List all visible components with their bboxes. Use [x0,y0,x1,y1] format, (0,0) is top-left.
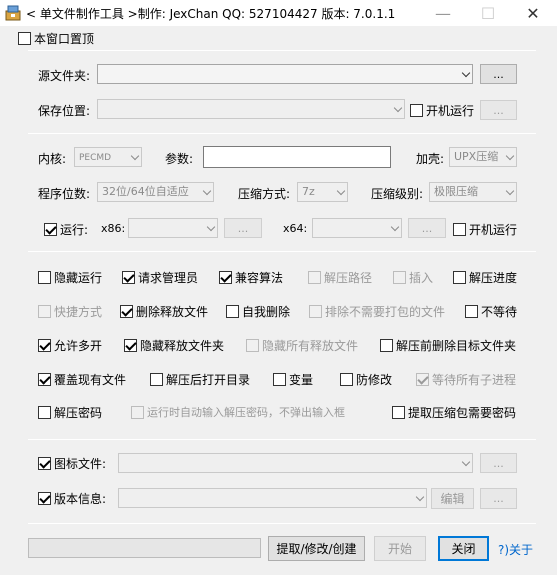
autorun2-box[interactable] [453,222,466,236]
compress-level-combo[interactable]: 极限压缩 [429,182,517,202]
chevron-down-icon [505,151,515,161]
params-input[interactable] [203,146,391,168]
autorun2-checkbox[interactable]: 开机运行 [453,221,517,237]
version-info-combo[interactable] [118,488,427,508]
overwrite-existing-checkbox[interactable]: 覆盖现有文件 [38,371,126,387]
x64-combo[interactable] [312,218,402,238]
hide-all-released-checkbox[interactable]: 隐藏所有释放文件 [246,337,358,353]
source-folder-combo[interactable] [97,64,473,84]
autorun2-label: 开机运行 [469,222,518,237]
compress-method-label: 压缩方式: [238,187,291,201]
require-password-checkbox[interactable]: 提取压缩包需要密码 [392,404,516,420]
run-checkbox[interactable]: 运行: [44,221,88,237]
save-location-combo[interactable] [97,99,405,119]
close-window-button[interactable]: ✕ [511,0,555,26]
shell-label: 加壳: [416,152,445,166]
kernel-combo[interactable]: PECMD [74,147,142,167]
allow-multi-checkbox[interactable]: 允许多开 [38,337,102,353]
compat-algo-checkbox[interactable]: 兼容算法 [219,269,283,285]
auto-input-password-checkbox[interactable]: 运行时自动输入解压密码，不弹出输入框 [131,404,345,420]
divider [28,523,536,524]
request-admin-checkbox[interactable]: 请求管理员 [122,269,198,285]
source-folder-label: 源文件夹: [38,69,91,83]
extract-path-checkbox[interactable]: 解压路径 [308,269,372,285]
maximize-icon: ☐ [480,3,496,23]
delete-target-before-checkbox[interactable]: 解压前删除目标文件夹 [380,337,516,353]
divider [28,251,536,252]
app-icon [5,5,21,21]
icon-file-checkbox[interactable]: 图标文件: [38,455,106,471]
close-icon: ✕ [526,3,540,23]
x64-label: x64: [283,222,308,235]
chevron-down-icon [461,457,471,467]
chevron-down-icon [461,68,471,78]
kernel-label: 内核: [38,152,67,166]
version-info-checkbox[interactable]: 版本信息: [38,490,106,506]
chevron-down-icon [206,222,216,232]
icon-browse-button[interactable]: ... [480,453,517,473]
shell-combo[interactable]: UPX压缩 [449,147,517,167]
bitness-combo[interactable]: 32位/64位自适应 [97,182,214,202]
run-box[interactable] [44,222,57,236]
self-delete-checkbox[interactable]: 自我删除 [226,303,290,319]
chevron-down-icon [130,151,140,161]
divider [28,439,536,440]
stay-on-top-label: 本窗口置顶 [34,31,95,46]
extract-password-checkbox[interactable]: 解压密码 [38,404,102,420]
compress-method-combo[interactable]: 7z [297,182,348,202]
x86-browse-button[interactable]: ... [224,218,262,238]
minimize-icon: — [435,3,451,23]
version-browse-button[interactable]: ... [480,488,517,509]
exclude-unneeded-checkbox[interactable]: 排除不需要打包的文件 [309,303,445,319]
stay-on-top-box[interactable] [18,31,31,45]
insert-checkbox[interactable]: 插入 [393,269,433,285]
stay-on-top-checkbox[interactable]: 本窗口置顶 [18,30,94,46]
minimize-button[interactable]: — [421,0,465,26]
chevron-down-icon [202,186,212,196]
divider [28,133,536,134]
save-location-label: 保存位置: [38,104,91,118]
hide-released-checkbox[interactable]: 隐藏释放文件夹 [124,337,224,353]
start-button[interactable]: 开始 [374,536,426,561]
run-label: 运行: [60,222,89,237]
browse-source-button[interactable]: ... [480,64,517,84]
variables-checkbox[interactable]: 变量 [273,371,313,387]
autorun-checkbox[interactable]: 开机运行 [410,102,474,118]
delete-released-checkbox[interactable]: 删除释放文件 [120,303,208,319]
close-button[interactable]: 关闭 [438,536,489,561]
autorun-box[interactable] [410,103,423,117]
window-title: < 单文件制作工具 >制作: JexChan QQ: 527104427 版本:… [26,7,396,21]
chevron-down-icon [393,103,403,113]
chevron-down-icon [415,492,425,502]
chevron-down-icon [505,186,515,196]
browse-save-button[interactable]: ... [480,100,517,120]
divider [28,50,536,51]
icon-file-combo[interactable] [118,453,473,473]
title-bar: < 单文件制作工具 >制作: JexChan QQ: 527104427 版本:… [0,0,557,26]
no-wait-checkbox[interactable]: 不等待 [465,303,517,319]
wait-children-checkbox[interactable]: 等待所有子进程 [416,371,516,387]
about-link[interactable]: ?)关于 [498,541,533,558]
maximize-button[interactable]: ☐ [466,0,510,26]
shortcut-checkbox[interactable]: 快捷方式 [38,303,102,319]
params-label: 参数: [165,152,194,166]
x86-combo[interactable] [128,218,218,238]
x86-label: x86: [101,222,126,235]
hide-run-checkbox[interactable]: 隐藏运行 [38,269,102,285]
version-edit-button[interactable]: 编辑 [431,488,474,509]
autorun-label: 开机运行 [426,103,475,118]
open-dir-after-checkbox[interactable]: 解压后打开目录 [150,371,250,387]
tamper-proof-checkbox[interactable]: 防修改 [340,371,392,387]
progress-bar [28,538,261,558]
chevron-down-icon [390,222,400,232]
bitness-label: 程序位数: [38,187,91,201]
compress-level-label: 压缩级别: [371,187,424,201]
extract-modify-create-button[interactable]: 提取/修改/创建 [268,536,365,561]
extract-progress-checkbox[interactable]: 解压进度 [453,269,517,285]
chevron-down-icon [336,186,346,196]
x64-browse-button[interactable]: ... [408,218,446,238]
